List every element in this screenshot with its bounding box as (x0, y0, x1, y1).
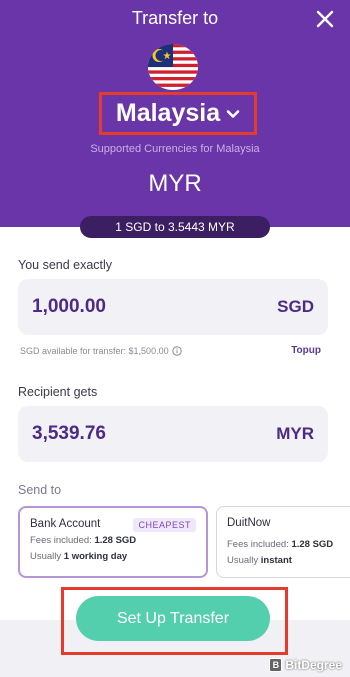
send-currency: SGD (277, 297, 314, 316)
country-selector[interactable]: Malaysia (99, 92, 257, 135)
fees-value: 1.28 SGD (94, 535, 137, 546)
receive-label: Recipient gets (18, 385, 98, 399)
malaysia-flag-icon (148, 44, 198, 90)
topup-link[interactable]: Topup (291, 345, 321, 356)
watermark: B BitDegree (269, 658, 342, 672)
header: Transfer to Malaysia Supported Currencie… (0, 0, 350, 227)
supported-currencies-text: Supported Currencies for Malaysia (90, 143, 260, 155)
receive-currency: MYR (276, 424, 314, 443)
fees-value: 1.28 SGD (291, 539, 334, 550)
chevron-down-icon (226, 109, 240, 118)
fees-label: Fees included: (227, 539, 289, 550)
time-label: Usually (30, 551, 62, 562)
info-icon[interactable] (171, 346, 182, 356)
exchange-rate-badge: 1 SGD to 3.5443 MYR (80, 216, 270, 238)
send-to-label: Send to (18, 483, 62, 497)
fees-label: Fees included: (30, 535, 92, 546)
receive-amount: 3,539.76 (32, 423, 106, 444)
time-label: Usually (227, 555, 259, 566)
cheapest-badge: CHEAPEST (133, 518, 196, 532)
available-balance-text: SGD available for transfer: $1,500.00 (20, 346, 169, 356)
delivery-option-fees: Fees included: 1.28 SGD (30, 535, 196, 546)
time-value: instant (260, 555, 292, 566)
country-name: Malaysia (115, 99, 221, 127)
delivery-option-duitnow[interactable]: DuitNow Fees included: 1.28 SGD Usually … (216, 506, 350, 578)
watermark-text: BitDegree (285, 658, 342, 672)
delivery-option-title: DuitNow (227, 517, 271, 529)
send-label: You send exactly (18, 258, 113, 272)
send-amount: 1,000.00 (32, 296, 106, 317)
receive-amount-field[interactable]: 3,539.76 MYR (18, 406, 328, 462)
time-value: 1 working day (63, 551, 128, 562)
close-icon[interactable] (314, 8, 336, 30)
bitdegree-logo-icon: B (269, 658, 283, 672)
available-balance: SGD available for transfer: $1,500.00 (20, 346, 182, 356)
set-up-transfer-button[interactable]: Set Up Transfer (76, 596, 270, 641)
delivery-option-time: Usually 1 working day (30, 551, 196, 562)
delivery-option-time: Usually instant (227, 555, 350, 566)
send-amount-field[interactable]: 1,000.00 SGD (18, 279, 328, 335)
destination-currency: MYR (148, 170, 202, 197)
page-title: Transfer to (131, 8, 219, 28)
delivery-option-fees: Fees included: 1.28 SGD (227, 539, 350, 550)
delivery-option-bank-account[interactable]: Bank Account CHEAPEST Fees included: 1.2… (18, 506, 208, 578)
